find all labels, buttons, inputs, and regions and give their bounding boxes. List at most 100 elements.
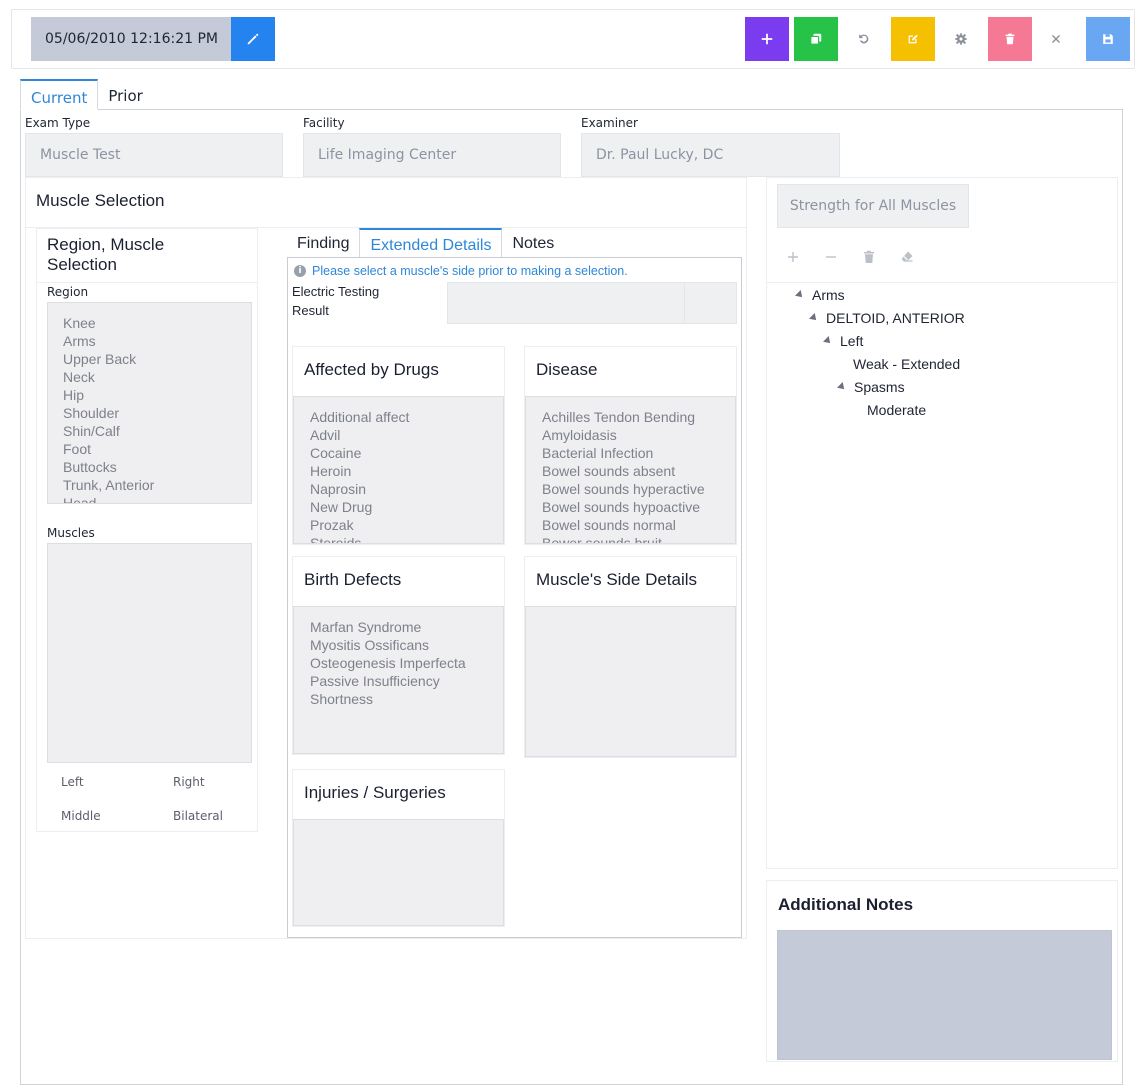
gear-icon [955, 33, 967, 45]
list-item[interactable]: Additional affect [310, 408, 503, 426]
list-item[interactable]: Bowel sounds absent [542, 462, 735, 480]
list-item[interactable]: Amyloidasis [542, 426, 735, 444]
list-item[interactable]: Trunk, Anterior [63, 476, 251, 494]
list-item[interactable]: Shortness [310, 690, 503, 708]
expand-triangle-icon [837, 382, 847, 392]
tree-node-left[interactable]: Left [823, 333, 863, 349]
injuries-listbox[interactable] [293, 819, 504, 926]
list-item[interactable]: Shin/Calf [63, 422, 251, 440]
undo-button[interactable] [842, 17, 886, 61]
tree-node-moderate[interactable]: Moderate [867, 402, 926, 418]
add-button[interactable] [745, 17, 789, 61]
side-bilateral-option[interactable]: Bilateral [173, 809, 223, 823]
tree-node-label: Moderate [867, 402, 927, 418]
list-item[interactable]: Naprosin [310, 480, 503, 498]
list-item[interactable]: Achilles Tendon Bending [542, 408, 735, 426]
expand-triangle-icon [809, 313, 819, 323]
birth-defects-listbox[interactable]: Marfan Syndrome Myositis Ossificans Oste… [293, 606, 504, 754]
tab-extended-details[interactable]: Extended Details [359, 228, 503, 258]
list-item[interactable]: Upper Back [63, 350, 251, 368]
plus-icon [761, 33, 773, 45]
list-item[interactable]: Heroin [310, 462, 503, 480]
list-item[interactable]: Bacterial Infection [542, 444, 735, 462]
edit-notes-button[interactable] [891, 17, 935, 61]
exam-tabs: Current Prior [20, 79, 153, 110]
expand-triangle-icon [823, 336, 833, 346]
list-item[interactable]: Osteogenesis Imperfecta [310, 654, 503, 672]
tree-node-label: DELTOID, ANTERIOR [826, 310, 965, 326]
save-button[interactable] [1086, 17, 1130, 61]
copy-button[interactable] [794, 17, 838, 61]
list-item[interactable]: Foot [63, 440, 251, 458]
list-item[interactable]: Advil [310, 426, 503, 444]
list-item[interactable]: Buttocks [63, 458, 251, 476]
list-item[interactable]: Steroids [310, 534, 503, 543]
edit-datetime-button[interactable] [231, 17, 275, 61]
side-details-listbox[interactable] [525, 606, 736, 757]
copy-icon [810, 33, 822, 45]
list-item[interactable]: New Drug [310, 498, 503, 516]
undo-icon [859, 34, 869, 44]
list-item[interactable]: Marfan Syndrome [310, 618, 503, 636]
tab-notes[interactable]: Notes [502, 228, 564, 258]
region-listbox[interactable]: Knee Arms Upper Back Neck Hip Shoulder S… [47, 302, 252, 504]
side-right-option[interactable]: Right [173, 775, 205, 789]
tree-node-spasms[interactable]: Spasms [837, 379, 905, 395]
muscle-selection-title: Muscle Selection [36, 191, 165, 210]
list-item[interactable]: Bowel sounds hypoactive [542, 498, 735, 516]
close-button[interactable] [1034, 17, 1078, 61]
tree-node-arms[interactable]: Arms [795, 287, 845, 303]
tree-toolbar [785, 249, 915, 265]
electric-testing-button[interactable] [684, 282, 737, 324]
tab-prior[interactable]: Prior [98, 79, 152, 110]
strength-all-muscles-button[interactable]: Strength for All Muscles [777, 184, 969, 228]
divider [766, 282, 1118, 283]
disease-listbox[interactable]: Achilles Tendon Bending Amyloidasis Bact… [525, 396, 736, 544]
detail-tabs: Finding Extended Details Notes [287, 228, 564, 258]
list-item[interactable]: Bowel sounds normal [542, 516, 735, 534]
muscles-label: Muscles [47, 526, 95, 540]
exam-datetime: 05/06/2010 12:16:21 PM [31, 17, 231, 61]
minus-icon[interactable] [823, 249, 839, 265]
additional-notes-textarea[interactable] [777, 930, 1112, 1060]
eraser-icon[interactable] [899, 249, 915, 265]
trash-icon[interactable] [861, 249, 877, 265]
plus-icon[interactable] [785, 249, 801, 265]
list-item[interactable]: Hip [63, 386, 251, 404]
tree-node-weak-extended[interactable]: Weak - Extended [853, 356, 960, 372]
region-label: Region [47, 285, 89, 299]
list-item[interactable]: Knee [63, 314, 251, 332]
floppy-disk-icon [1103, 34, 1113, 44]
list-item[interactable]: Bower sounds bruit [542, 534, 735, 543]
list-item[interactable]: Bowel sounds hyperactive [542, 480, 735, 498]
side-left-option[interactable]: Left [61, 775, 84, 789]
settings-button[interactable] [939, 17, 983, 61]
list-item[interactable]: Head [63, 494, 251, 503]
expand-triangle-icon [795, 290, 805, 300]
tab-finding[interactable]: Finding [287, 228, 359, 258]
delete-button[interactable] [988, 17, 1032, 61]
tree-node-label: Weak - Extended [853, 356, 961, 372]
list-item[interactable]: Neck [63, 368, 251, 386]
birth-defects-title: Birth Defects [304, 570, 402, 589]
divider [36, 282, 258, 283]
edit-square-icon [908, 34, 918, 44]
examiner-field: Dr. Paul Lucky, DC [581, 133, 840, 177]
close-icon [1052, 35, 1060, 43]
list-item[interactable]: Cocaine [310, 444, 503, 462]
list-item[interactable]: Passive Insufficiency [310, 672, 503, 690]
tree-node-deltoid[interactable]: DELTOID, ANTERIOR [809, 310, 965, 326]
disease-title: Disease [536, 360, 598, 379]
exam-type-label: Exam Type [25, 116, 91, 130]
tab-current[interactable]: Current [20, 79, 99, 110]
info-message: i Please select a muscle's side prior to… [294, 264, 628, 278]
list-item[interactable]: Prozak [310, 516, 503, 534]
muscles-listbox[interactable] [47, 543, 252, 763]
list-item[interactable]: Arms [63, 332, 251, 350]
list-item[interactable]: Shoulder [63, 404, 251, 422]
side-middle-option[interactable]: Middle [61, 809, 101, 823]
drugs-listbox[interactable]: Additional affect Advil Cocaine Heroin N… [293, 396, 504, 544]
electric-testing-input[interactable] [447, 282, 685, 324]
facility-field: Life Imaging Center [303, 133, 561, 177]
list-item[interactable]: Myositis Ossificans [310, 636, 503, 654]
